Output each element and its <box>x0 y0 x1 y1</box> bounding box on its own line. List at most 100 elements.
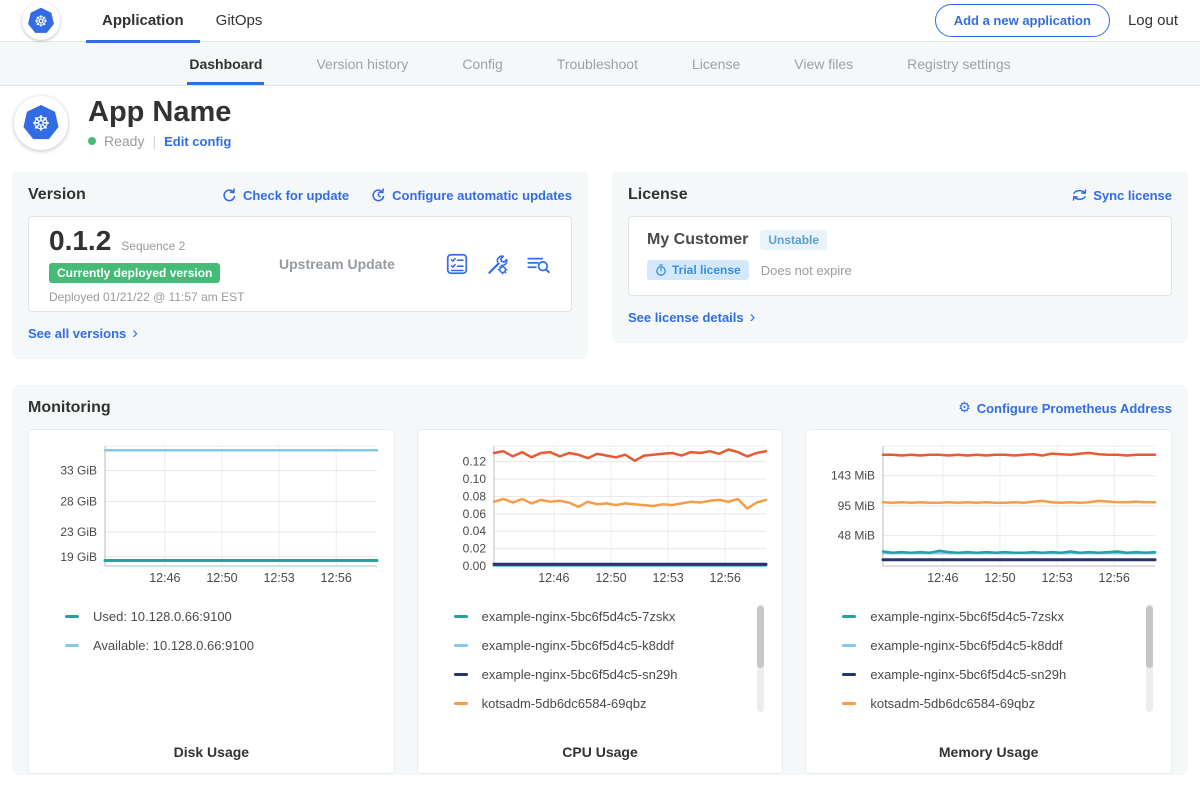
legend-dash-icon <box>842 644 856 647</box>
kubernetes-logo-icon[interactable]: ☸ <box>22 2 60 40</box>
legend-item: kotsadm-5db6dc6584-69qbz <box>842 689 1159 718</box>
svg-text:12:50: 12:50 <box>984 571 1015 585</box>
legend-dash-icon <box>454 644 468 647</box>
license-expiry-label: Does not expire <box>761 263 852 278</box>
kubernetes-helm-icon: ☸ <box>22 104 60 142</box>
subnav-tab-config[interactable]: Config <box>462 42 502 85</box>
version-card-title: Version <box>28 186 86 204</box>
top-navbar: ☸ Application GitOps Add a new applicati… <box>0 0 1200 42</box>
svg-text:12:50: 12:50 <box>207 571 238 585</box>
legend-dash-icon <box>65 615 79 618</box>
subnav-tab-license[interactable]: License <box>692 42 740 85</box>
legend-label: example-nginx-5bc6f5d4c5-7zskx <box>870 609 1064 624</box>
monitoring-title: Monitoring <box>28 399 111 417</box>
see-license-details-link[interactable]: See license details› <box>628 310 755 325</box>
svg-text:12:56: 12:56 <box>1098 571 1129 585</box>
svg-text:0.08: 0.08 <box>463 489 487 503</box>
legend-item: example-nginx-5bc6f5d4c5-sn29h <box>842 660 1159 689</box>
svg-text:33 GiB: 33 GiB <box>61 464 98 478</box>
app-subnav: Dashboard Version history Config Troublesho… <box>0 42 1200 86</box>
see-all-versions-link[interactable]: See all versions› <box>28 326 138 341</box>
sync-arrows-icon <box>1072 188 1087 202</box>
svg-text:12:53: 12:53 <box>1041 571 1072 585</box>
license-card: License Sync license My Customer Unstabl… <box>612 172 1188 343</box>
license-type-badge: Trial license <box>647 260 749 280</box>
legend-item: example-nginx-5bc6f5d4c5-k8ddf <box>842 631 1159 660</box>
check-for-update-link[interactable]: Check for update <box>222 188 349 203</box>
svg-text:0.10: 0.10 <box>463 472 487 486</box>
subnav-tab-registry-settings[interactable]: Registry settings <box>907 42 1010 85</box>
legend-dash-icon <box>842 702 856 705</box>
deploy-logs-icon[interactable] <box>525 252 551 276</box>
version-card: Version Check for update <box>12 172 588 359</box>
memory-usage-plot: 12:4612:5012:5312:56143 MiB95 MiB48 MiB <box>818 440 1159 588</box>
configure-automatic-updates-link[interactable]: Configure automatic updates <box>371 188 572 203</box>
divider: | <box>152 133 156 149</box>
chart-legend: example-nginx-5bc6f5d4c5-7zskxexample-ng… <box>454 602 771 718</box>
legend-label: kotsadm-5db6dc6584-69qbz <box>870 696 1035 711</box>
gear-icon: ⚙ <box>958 401 971 415</box>
svg-text:12:46: 12:46 <box>150 571 181 585</box>
svg-text:12:56: 12:56 <box>710 571 741 585</box>
svg-text:28 GiB: 28 GiB <box>61 494 98 508</box>
subnav-tab-troubleshoot[interactable]: Troubleshoot <box>557 42 638 85</box>
license-card-title: License <box>628 186 688 204</box>
subnav-tab-dashboard[interactable]: Dashboard <box>189 42 262 85</box>
cpu-usage-chart-card: 12:4612:5012:5312:560.120.100.080.060.04… <box>417 429 784 774</box>
svg-text:12:53: 12:53 <box>264 571 295 585</box>
topnav-tab-application[interactable]: Application <box>86 0 200 42</box>
logout-button[interactable]: Log out <box>1128 12 1178 29</box>
add-application-button[interactable]: Add a new application <box>935 4 1110 37</box>
scrollbar-thumb[interactable] <box>1146 606 1153 668</box>
topnav-tab-gitops[interactable]: GitOps <box>200 0 279 42</box>
disk-usage-chart-card: 12:4612:5012:5312:5633 GiB28 GiB23 GiB19… <box>28 429 395 774</box>
legend-dash-icon <box>842 615 856 618</box>
svg-text:0.12: 0.12 <box>463 455 487 469</box>
legend-label: example-nginx-5bc6f5d4c5-sn29h <box>870 667 1066 682</box>
legend-item: example-nginx-5bc6f5d4c5-sn29h <box>454 660 771 689</box>
chart-legend: example-nginx-5bc6f5d4c5-7zskx example-ng… <box>842 602 1159 718</box>
currently-deployed-badge: Currently deployed version <box>49 263 220 283</box>
edit-config-link[interactable]: Edit config <box>164 134 231 149</box>
subnav-tab-view-files[interactable]: View files <box>794 42 853 85</box>
sync-license-link[interactable]: Sync license <box>1072 188 1172 203</box>
cpu-usage-plot: 12:4612:5012:5312:560.120.100.080.060.04… <box>430 440 771 588</box>
app-logo-icon: ☸ <box>14 96 68 150</box>
svg-text:19 GiB: 19 GiB <box>61 550 98 564</box>
configure-prometheus-link[interactable]: ⚙ Configure Prometheus Address <box>958 401 1172 416</box>
kubernetes-helm-icon: ☸ <box>27 7 55 35</box>
subnav-tab-version-history[interactable]: Version history <box>316 42 408 85</box>
legend-scrollbar[interactable] <box>1146 604 1153 712</box>
memory-usage-chart-card: 12:4612:5012:5312:56143 MiB95 MiB48 MiB … <box>805 429 1172 774</box>
svg-text:0.04: 0.04 <box>463 524 487 538</box>
chevron-right-icon: › <box>750 312 756 322</box>
legend-label: Available: 10.128.0.66:9100 <box>93 638 254 653</box>
preflight-checks-icon[interactable] <box>445 252 469 276</box>
legend-item: example-nginx-5bc6f5d4c5-7zskx <box>842 602 1159 631</box>
legend-dash-icon <box>454 615 468 618</box>
dashboard-main: Version Check for update <box>0 162 1200 775</box>
svg-text:0.06: 0.06 <box>463 507 487 521</box>
disk-usage-plot: 12:4612:5012:5312:5633 GiB28 GiB23 GiB19… <box>41 440 382 588</box>
svg-text:☸: ☸ <box>34 13 48 30</box>
legend-scrollbar[interactable] <box>757 604 764 712</box>
legend-label: kotsadm-5db6dc6584-69qbz <box>482 696 647 711</box>
svg-text:95 MiB: 95 MiB <box>837 499 874 513</box>
config-values-icon[interactable] <box>485 252 509 276</box>
license-summary-row: My Customer Unstable Trial license Does … <box>628 216 1172 296</box>
channel-badge: Unstable <box>760 230 827 250</box>
legend-label: Used: 10.128.0.66:9100 <box>93 609 232 624</box>
page-title: App Name <box>88 97 231 129</box>
svg-text:12:56: 12:56 <box>321 571 352 585</box>
legend-label: example-nginx-5bc6f5d4c5-sn29h <box>482 667 678 682</box>
svg-text:12:53: 12:53 <box>652 571 683 585</box>
app-header: ☸ App Name Ready | Edit config <box>0 86 1200 162</box>
scrollbar-thumb[interactable] <box>757 606 764 668</box>
update-type-label: Upstream Update <box>279 256 445 272</box>
version-number: 0.1.2 <box>49 225 111 257</box>
svg-text:0.02: 0.02 <box>463 542 487 556</box>
chevron-right-icon: › <box>132 328 138 338</box>
monitoring-card: Monitoring ⚙ Configure Prometheus Addres… <box>12 385 1188 775</box>
svg-text:12:46: 12:46 <box>538 571 569 585</box>
svg-text:12:46: 12:46 <box>927 571 958 585</box>
